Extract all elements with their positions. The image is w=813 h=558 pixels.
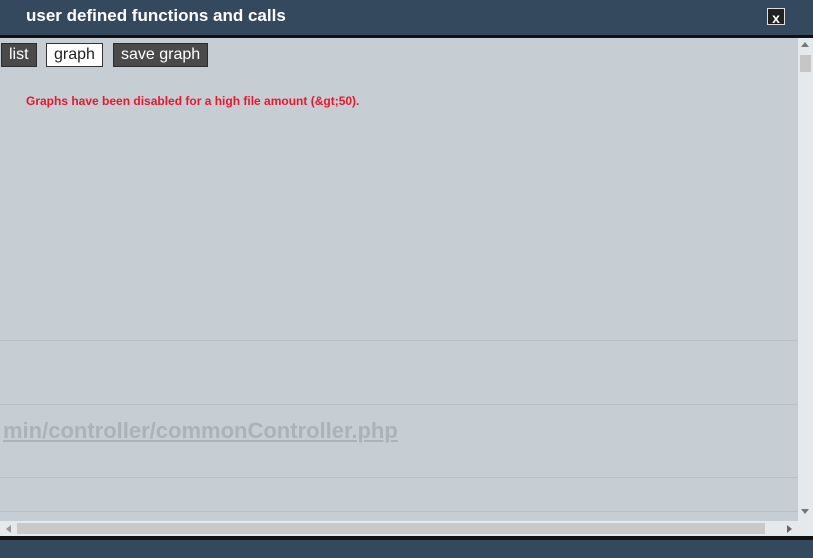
save-graph-button[interactable]: save graph <box>113 43 209 67</box>
vertical-scrollbar[interactable] <box>798 38 813 521</box>
scroll-right-icon[interactable] <box>787 525 792 533</box>
disabled-message: Graphs have been disabled for a high fil… <box>26 94 360 108</box>
dialog-content <box>0 38 798 521</box>
horizontal-scrollbar[interactable] <box>0 521 798 536</box>
window-titlebar: user defined functions and calls x <box>0 0 813 35</box>
graph-button[interactable]: graph <box>46 43 103 67</box>
scrollbar-corner <box>798 521 813 536</box>
scroll-up-icon[interactable] <box>801 42 809 47</box>
background-file-link: min/controller/commonController.php <box>3 418 398 443</box>
window-title: user defined functions and calls <box>26 6 286 25</box>
list-button[interactable]: list <box>1 43 37 67</box>
scroll-down-icon[interactable] <box>801 509 809 514</box>
horizontal-scroll-thumb[interactable] <box>17 523 765 534</box>
background-divider <box>0 511 798 512</box>
background-divider <box>0 340 798 341</box>
close-button[interactable]: x <box>767 8 785 26</box>
close-label: x <box>772 10 780 26</box>
scroll-left-icon[interactable] <box>6 525 11 533</box>
window-footer <box>0 540 813 558</box>
vertical-scroll-thumb[interactable] <box>800 55 811 72</box>
background-divider <box>0 477 798 478</box>
background-divider <box>0 404 798 405</box>
